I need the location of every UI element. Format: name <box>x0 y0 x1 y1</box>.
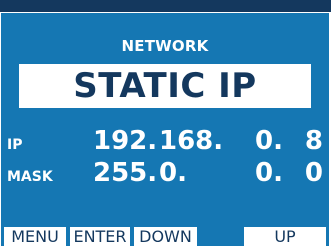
ip-octet-2: 168. <box>159 126 224 156</box>
ip-mode-indicator: STATIC IP <box>19 64 311 108</box>
lcd-screen: NETWORK STATIC IP IP 192. 168. 0. 8 MASK… <box>1 13 329 246</box>
display-top-bezel <box>0 0 331 12</box>
subnet-mask-row: MASK 255. 0. 0. 0 <box>1 155 329 191</box>
ip-octet-1: 192. <box>93 126 158 156</box>
mask-octet-4: 0 <box>304 158 323 188</box>
down-button[interactable]: DOWN <box>134 227 197 246</box>
mask-octet-1: 255. <box>93 158 158 188</box>
device-display-frame: NETWORK STATIC IP IP 192. 168. 0. 8 MASK… <box>0 0 331 246</box>
mask-label: MASK <box>7 169 53 185</box>
ip-octet-4: 8 <box>304 126 323 156</box>
screen-title: NETWORK <box>121 37 209 55</box>
ip-octet-3: 0. <box>255 126 283 156</box>
mask-octet-2: 0. <box>159 158 187 188</box>
menu-button[interactable]: MENU <box>4 227 66 246</box>
ip-address-row: IP 192. 168. 0. 8 <box>1 123 329 159</box>
up-button[interactable]: UP <box>244 227 326 246</box>
enter-button[interactable]: ENTER <box>70 227 130 246</box>
ip-label: IP <box>7 137 23 153</box>
mask-octet-3: 0. <box>255 158 283 188</box>
softkey-bar: MENU ENTER DOWN UP <box>1 227 329 246</box>
